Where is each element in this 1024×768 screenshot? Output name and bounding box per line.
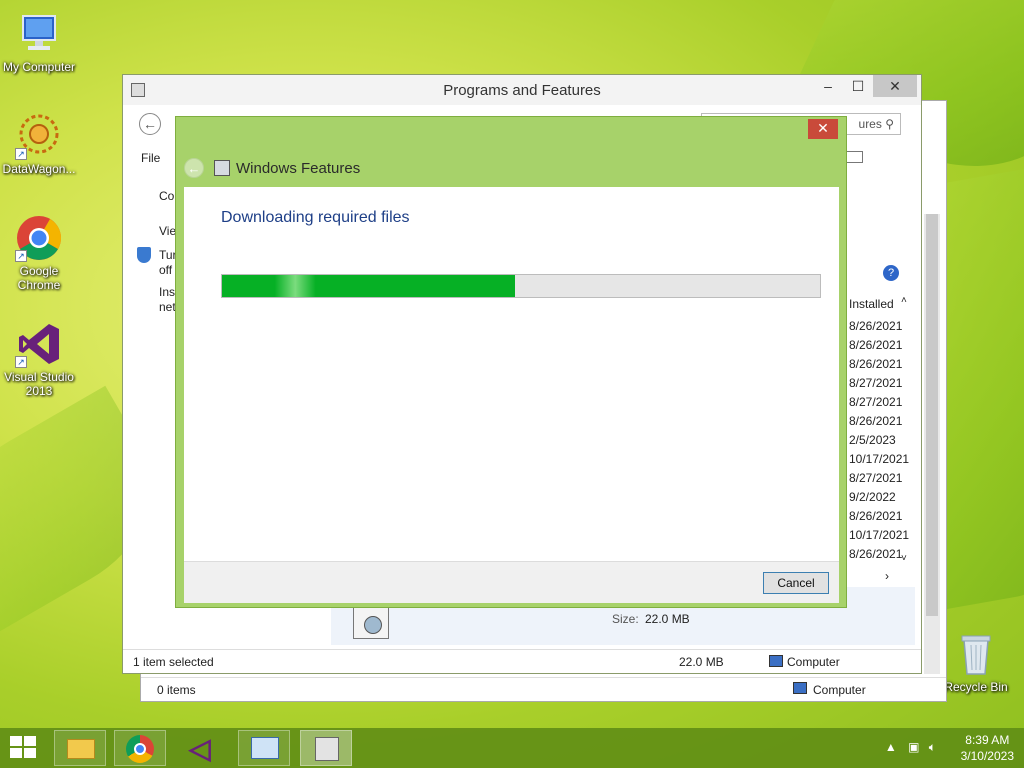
taskbar-file-explorer[interactable] (54, 730, 106, 766)
start-button[interactable] (10, 736, 38, 760)
desktop-icon-recycle-bin[interactable]: Recycle Bin (938, 630, 1014, 694)
dialog-body: Downloading required files (184, 187, 839, 561)
program-icon (353, 607, 389, 639)
installed-date: 8/26/2021 (849, 338, 903, 352)
dialog-header: ← Windows Features (184, 153, 360, 183)
chrome-icon: ↗ (15, 214, 63, 262)
title-bar: Programs and Features – ☐ ✕ (123, 75, 921, 105)
shortcut-arrow-icon: ↗ (15, 148, 27, 160)
show-hidden-icons[interactable]: ▲ (885, 740, 897, 754)
menu-file[interactable]: File (141, 151, 160, 165)
dialog-title: Windows Features (236, 159, 361, 177)
visual-studio-icon: ◁ (189, 733, 211, 764)
desktop-icon-label: Visual Studio 2013 (4, 370, 74, 398)
status-heading: Downloading required files (221, 209, 410, 226)
close-button[interactable]: ✕ (808, 119, 838, 139)
windows-features-dialog: ✕ ← Windows Features Downloading require… (175, 116, 847, 608)
desktop-icon-datawagon[interactable]: ↗ DataWagon... (1, 112, 77, 176)
status-location: Computer (787, 655, 840, 669)
windows-features-icon (214, 160, 230, 176)
installed-date: 8/26/2021 (849, 414, 903, 428)
installed-date: 10/17/2021 (849, 452, 910, 466)
details-size-value: 22.0 MB (645, 612, 690, 626)
status-location: Computer (813, 683, 866, 697)
taskbar-visual-studio[interactable]: ◁ (178, 730, 230, 766)
control-panel-icon (131, 83, 145, 97)
status-items: 0 items (157, 683, 196, 697)
task-link[interactable]: off (159, 263, 172, 277)
installed-date: 2/5/2023 (849, 433, 896, 447)
back-button[interactable]: ← (139, 113, 161, 135)
status-bar: 1 item selected 22.0 MB Computer (123, 649, 921, 673)
recycle-bin-icon (952, 630, 1000, 678)
dialog-footer: Cancel (184, 561, 839, 603)
installed-date: 8/27/2021 (849, 395, 903, 409)
installed-date: 10/17/2021 (849, 528, 910, 542)
clock-date: 3/10/2023 (960, 749, 1014, 763)
computer-icon (769, 655, 783, 667)
close-button[interactable]: ✕ (873, 75, 917, 97)
task-link[interactable]: Vie (159, 224, 176, 238)
desktop-icon-visual-studio[interactable]: ↗ Visual Studio 2013 (1, 320, 77, 398)
installed-date: 8/26/2021 (849, 547, 903, 561)
installed-date: 8/26/2021 (849, 319, 903, 333)
installed-date: 8/27/2021 (849, 471, 903, 485)
search-icon: ⚲ (885, 117, 894, 131)
installed-date: 8/27/2021 (849, 376, 903, 390)
desktop-icon-label: Recycle Bin (944, 680, 1008, 694)
back-button[interactable]: ← (184, 158, 204, 178)
cancel-button[interactable]: Cancel (763, 572, 829, 594)
status-bar: 0 items Computer (141, 677, 946, 701)
task-link[interactable]: Co (159, 189, 174, 203)
help-icon[interactable]: ? (883, 265, 899, 281)
window-scrollbar[interactable] (924, 214, 940, 674)
control-panel-icon (251, 737, 279, 759)
shortcut-arrow-icon: ↗ (15, 356, 27, 368)
desktop-icon-label: My Computer (2, 60, 76, 74)
shield-icon (137, 247, 151, 263)
system-tray: ▲ ▣ 🔈︎ (885, 740, 936, 755)
task-link[interactable]: net (159, 300, 176, 314)
volume-icon[interactable]: 🔈︎ (929, 740, 936, 754)
column-header-installed[interactable]: Installed (849, 297, 894, 311)
status-size: 22.0 MB (679, 655, 724, 669)
visual-studio-icon: ↗ (15, 320, 63, 368)
taskbar-programs-features[interactable] (300, 730, 352, 766)
shortcut-arrow-icon: ↗ (15, 250, 27, 262)
window-title: Programs and Features (443, 81, 601, 99)
view-options-icon[interactable] (845, 151, 863, 163)
window-controls: – ☐ ✕ (813, 75, 917, 97)
status-selected: 1 item selected (133, 655, 214, 669)
folder-icon (67, 739, 95, 759)
installed-date: 9/2/2022 (849, 490, 896, 504)
computer-icon (15, 10, 63, 58)
installed-date: 8/26/2021 (849, 357, 903, 371)
network-icon[interactable]: ▣ (908, 740, 919, 754)
scroll-down-icon[interactable]: ˅ (901, 553, 907, 564)
scroll-right-icon[interactable]: › (885, 569, 889, 583)
download-progress-bar (221, 274, 821, 298)
scrollbar-thumb[interactable] (926, 214, 938, 616)
desktop-icon-my-computer[interactable]: My Computer (1, 10, 77, 74)
scroll-up-icon[interactable]: ˄ (901, 295, 907, 306)
taskbar-chrome[interactable] (114, 730, 166, 766)
desktop-icon-chrome[interactable]: ↗ Google Chrome (1, 214, 77, 292)
installed-date: 8/26/2021 (849, 509, 903, 523)
taskbar-control-panel[interactable] (238, 730, 290, 766)
search-placeholder: ures (858, 117, 882, 131)
task-link[interactable]: Tur (159, 248, 177, 262)
desktop-icon-label: Google Chrome (17, 264, 61, 292)
desktop-icon-label: DataWagon... (2, 162, 76, 176)
computer-icon (793, 682, 807, 694)
datawagon-icon: ↗ (15, 112, 63, 160)
details-size-label: Size: (612, 612, 639, 626)
progress-fill (222, 275, 516, 297)
taskbar: ◁ ▲ ▣ 🔈︎ 8:39 AM 3/10/2023 (0, 728, 1024, 768)
chrome-icon (126, 735, 154, 763)
programs-icon (315, 737, 339, 761)
minimize-button[interactable]: – (813, 75, 843, 97)
clock[interactable]: 8:39 AM 3/10/2023 (961, 732, 1014, 764)
clock-time: 8:39 AM (965, 733, 1010, 747)
maximize-button[interactable]: ☐ (843, 75, 873, 97)
